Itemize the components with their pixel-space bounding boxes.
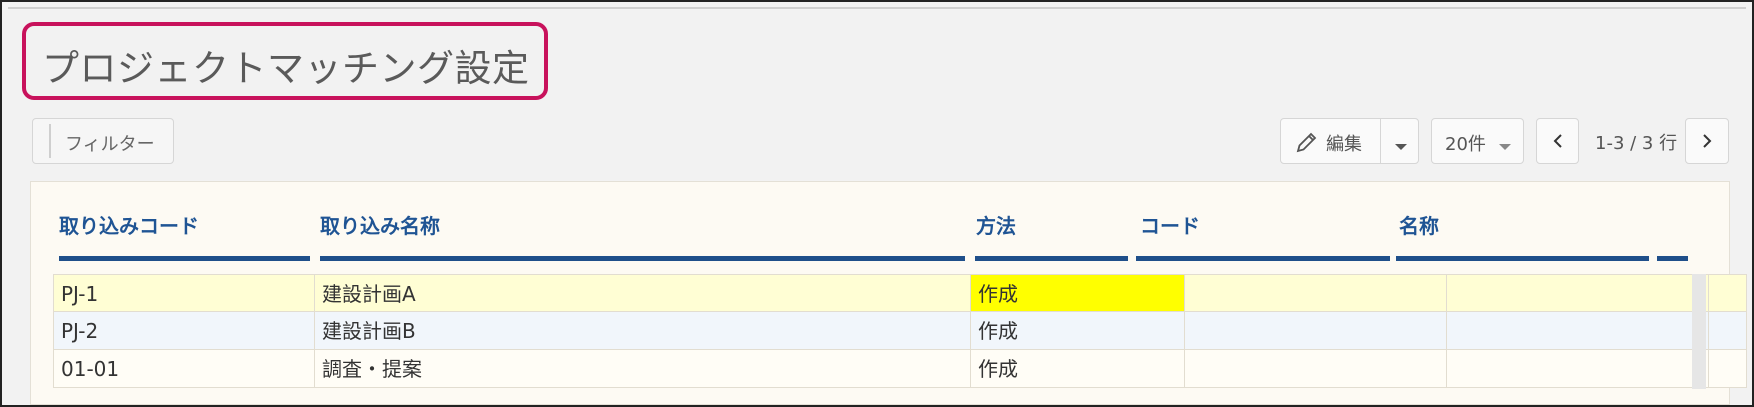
edit-button-label: 編集 (1326, 134, 1362, 155)
per-page-value: 20件 (1445, 134, 1486, 155)
prev-page-button[interactable] (1536, 118, 1579, 164)
pencil-icon (1295, 130, 1319, 158)
cell-import-name: 建設計画B (315, 312, 971, 350)
top-divider (8, 7, 1746, 9)
column-header-name[interactable]: 名称 (1399, 210, 1439, 239)
edit-button-divider (1380, 119, 1381, 163)
cell-method[interactable]: 作成 (971, 274, 1185, 312)
table-row[interactable]: PJ-2 建設計画B 作成 (53, 312, 1747, 350)
cell-code[interactable] (1185, 312, 1447, 350)
chevron-left-icon (1551, 133, 1565, 153)
header-rule (1136, 256, 1390, 261)
caret-down-icon (1498, 137, 1512, 156)
table-row[interactable]: 01-01 調査・提案 作成 (53, 350, 1747, 388)
cell-extra (1709, 312, 1747, 350)
header-rule (1657, 256, 1688, 261)
cell-code[interactable] (1185, 350, 1447, 388)
cell-extra (1709, 274, 1747, 312)
cell-import-code: PJ-1 (53, 274, 315, 312)
header-rule (975, 256, 1128, 261)
header-rule (320, 256, 965, 261)
cell-import-code: 01-01 (53, 350, 315, 388)
next-page-button[interactable] (1685, 118, 1729, 164)
cell-import-name: 建設計画A (315, 274, 971, 312)
column-header-method[interactable]: 方法 (976, 210, 1016, 239)
header-rule (59, 256, 310, 261)
filter-button-label: フィルター (65, 134, 155, 155)
chevron-right-icon (1700, 133, 1714, 153)
cell-name (1447, 350, 1709, 388)
table-row[interactable]: PJ-1 建設計画A 作成 (53, 274, 1747, 312)
filter-button[interactable]: フィルター (32, 118, 174, 164)
caret-down-icon[interactable] (1394, 137, 1408, 156)
page-title: プロジェクトマッチング設定 (42, 47, 530, 90)
filter-button-handle (49, 124, 51, 158)
column-header-import-code[interactable]: 取り込みコード (59, 210, 199, 239)
cell-method[interactable]: 作成 (971, 312, 1185, 350)
cell-name (1447, 274, 1709, 312)
cell-extra (1709, 350, 1747, 388)
column-header-import-name[interactable]: 取り込み名称 (320, 210, 440, 239)
cell-code[interactable] (1185, 274, 1447, 312)
column-header-code[interactable]: コード (1140, 210, 1200, 239)
cell-name (1447, 312, 1709, 350)
cell-import-name: 調査・提案 (315, 350, 971, 388)
table-scrollbar[interactable] (1692, 274, 1706, 389)
cell-import-code: PJ-2 (53, 312, 315, 350)
cell-method[interactable]: 作成 (971, 350, 1185, 388)
header-rule (1396, 256, 1649, 261)
per-page-select[interactable]: 20件 (1431, 118, 1524, 164)
pagination-range: 1-3 / 3 行 (1595, 133, 1678, 154)
edit-button-group[interactable]: 編集 (1280, 118, 1419, 164)
